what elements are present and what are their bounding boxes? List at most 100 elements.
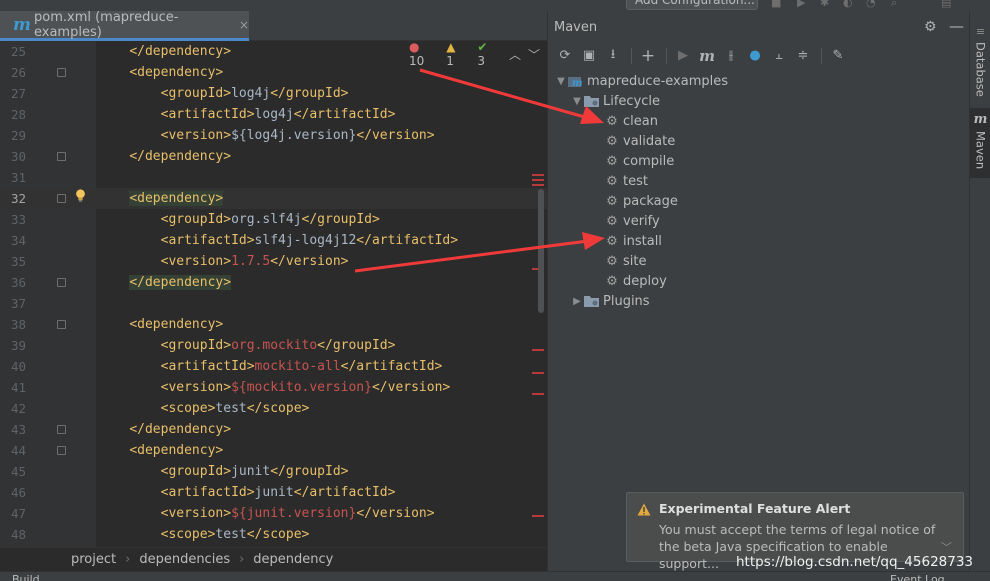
debug-icon[interactable]: ✱ bbox=[820, 0, 832, 9]
notification-balloon[interactable]: Experimental Feature Alert You must acce… bbox=[626, 492, 964, 571]
chevron-right-icon[interactable]: ▶ bbox=[570, 296, 584, 307]
code-editor[interactable]: 25 </dependency> 26 <dependency> 27 <group… bbox=[0, 41, 547, 547]
error-marker[interactable] bbox=[532, 515, 544, 517]
lifecycle-goal-clean[interactable]: ⚙ clean bbox=[604, 111, 658, 131]
run-icon[interactable]: ▶ bbox=[797, 0, 809, 9]
code-line[interactable]: 38 <dependency> bbox=[0, 314, 547, 335]
lifecycle-goal-verify[interactable]: ⚙ verify bbox=[604, 211, 660, 231]
xml-tag: </scope> bbox=[246, 401, 310, 416]
build-icon[interactable]: ▤ bbox=[941, 0, 953, 9]
line-number: 43 bbox=[10, 422, 26, 437]
lifecycle-goal-package[interactable]: ⚙ package bbox=[604, 191, 678, 211]
execute-maven-goal-icon[interactable]: m bbox=[696, 45, 718, 67]
code-line[interactable]: 47 <version>${junit.version}</version> bbox=[0, 503, 547, 524]
tree-node-lifecycle[interactable]: ▼ Lifecycle bbox=[570, 91, 660, 111]
lightbulb-icon[interactable] bbox=[75, 189, 86, 202]
code-line[interactable]: 43 </dependency> bbox=[0, 419, 547, 440]
wrench-icon[interactable]: ✎ bbox=[827, 45, 849, 67]
weak-warning-count[interactable]: ✔ 3 bbox=[477, 41, 502, 68]
add-maven-project-icon[interactable]: ▣ bbox=[578, 45, 600, 67]
stop-icon[interactable]: ■ bbox=[771, 0, 783, 9]
breadcrumb-item[interactable]: dependency bbox=[253, 552, 333, 567]
code-line[interactable]: 33 <groupId>org.slf4j</groupId> bbox=[0, 209, 547, 230]
chevron-down-icon[interactable]: ▼ bbox=[570, 96, 584, 107]
reload-icon[interactable]: ⟳ bbox=[554, 45, 576, 67]
code-line[interactable]: 29 <version>${log4j.version}</version> bbox=[0, 125, 547, 146]
lifecycle-goal-deploy[interactable]: ⚙ deploy bbox=[604, 271, 667, 291]
minimize-icon[interactable]: — bbox=[949, 17, 964, 35]
breadcrumb-item[interactable]: dependencies bbox=[139, 552, 230, 567]
download-sources-icon[interactable]: ⭳ bbox=[602, 45, 624, 67]
inspection-widget[interactable]: ● 10 ▲ 1 ✔ 3 ︿ ﹀ bbox=[409, 41, 547, 68]
profile-icon[interactable]: ◔ bbox=[866, 0, 878, 9]
fold-marker-icon[interactable] bbox=[57, 68, 66, 77]
lifecycle-goal-compile[interactable]: ⚙ compile bbox=[604, 151, 674, 171]
code-line[interactable]: 37 bbox=[0, 293, 547, 314]
code-value: junit bbox=[254, 485, 294, 500]
gear-icon: ⚙ bbox=[606, 133, 618, 149]
fold-marker-icon[interactable] bbox=[57, 446, 66, 455]
tab-maven[interactable]: m Maven bbox=[970, 108, 990, 178]
xml-tag: </dependency> bbox=[129, 44, 232, 59]
code-line[interactable]: 44 <dependency> bbox=[0, 440, 547, 461]
code-line[interactable]: 28 <artifactId>log4j</artifactId> bbox=[0, 104, 547, 125]
code-line[interactable]: 31 bbox=[0, 167, 547, 188]
code-line[interactable]: 27 <groupId>log4j</groupId> bbox=[0, 83, 547, 104]
editor-scrollbar-thumb[interactable] bbox=[538, 189, 544, 313]
fold-marker-icon[interactable] bbox=[57, 278, 66, 287]
code-line[interactable]: 48 <scope>test</scope> bbox=[0, 524, 547, 545]
build-tool-button[interactable]: Build bbox=[12, 573, 40, 581]
code-line[interactable]: 39 <groupId>org.mockito</groupId> bbox=[0, 335, 547, 356]
code-line[interactable]: 40 <artifactId>mockito-all</artifactId> bbox=[0, 356, 547, 377]
run-configuration-selector[interactable]: Add Configuration... bbox=[626, 0, 758, 10]
tab-database[interactable]: ≡ Database bbox=[970, 25, 990, 105]
lifecycle-goal-install[interactable]: ⚙ install bbox=[604, 231, 662, 251]
code-line[interactable]: 30 </dependency> bbox=[0, 146, 547, 167]
code-line[interactable]: 34 <artifactId>slf4j-log4j12</artifactId… bbox=[0, 230, 547, 251]
tree-node-project[interactable]: ▼ m mapreduce-examples bbox=[554, 71, 728, 91]
code-line[interactable]: 45 <groupId>junit</groupId> bbox=[0, 461, 547, 482]
goal-label: package bbox=[623, 193, 678, 209]
error-marker[interactable] bbox=[532, 179, 544, 181]
gear-icon[interactable]: ⚙ bbox=[924, 19, 937, 35]
previous-highlight-icon[interactable]: ︿ bbox=[509, 46, 521, 63]
code-line[interactable]: 36 </dependency> bbox=[0, 272, 547, 293]
code-line[interactable]: 41 <version>${mockito.version}</version> bbox=[0, 377, 547, 398]
error-marker[interactable] bbox=[532, 372, 544, 374]
lifecycle-goal-validate[interactable]: ⚙ validate bbox=[604, 131, 675, 151]
chevron-down-icon[interactable]: ﹀ bbox=[941, 539, 952, 555]
event-log-button[interactable]: Event Log bbox=[890, 573, 945, 581]
tab-pom-xml[interactable]: m pom.xml (mapreduce-examples) × bbox=[0, 10, 249, 41]
error-count[interactable]: ● 10 bbox=[409, 41, 439, 68]
fold-marker-icon[interactable] bbox=[57, 425, 66, 434]
close-icon[interactable]: × bbox=[239, 18, 249, 32]
error-marker[interactable] bbox=[532, 184, 544, 186]
xml-tag: <artifactId> bbox=[160, 359, 255, 374]
error-marker[interactable] bbox=[532, 174, 544, 176]
code-line[interactable]: 46 <artifactId>junit</artifactId> bbox=[0, 482, 547, 503]
fold-marker-icon[interactable] bbox=[57, 194, 66, 203]
lifecycle-goal-site[interactable]: ⚙ site bbox=[604, 251, 646, 271]
plus-icon[interactable]: + bbox=[637, 45, 659, 67]
tree-node-plugins[interactable]: ▶ Plugins bbox=[570, 291, 649, 311]
code-line[interactable]: 42 <scope>test</scope> bbox=[0, 398, 547, 419]
coverage-icon[interactable]: ◐ bbox=[843, 0, 855, 9]
search-icon[interactable]: ⌕ bbox=[891, 0, 903, 9]
chevron-down-icon[interactable]: ▼ bbox=[554, 76, 568, 87]
toolbar-separator bbox=[666, 47, 667, 64]
fold-marker-icon[interactable] bbox=[57, 152, 66, 161]
error-marker[interactable] bbox=[532, 393, 544, 395]
lifecycle-goal-test[interactable]: ⚙ test bbox=[604, 171, 648, 191]
collapse-all-icon[interactable]: ≑ bbox=[792, 45, 814, 67]
run-maven-build-icon[interactable]: ▶ bbox=[672, 45, 694, 67]
toggle-offline-mode-icon[interactable]: ⫲ bbox=[720, 45, 742, 67]
error-marker[interactable] bbox=[532, 349, 544, 351]
code-line[interactable]: 35 <version>1.7.5</version> bbox=[0, 251, 547, 272]
warning-count[interactable]: ▲ 1 bbox=[446, 41, 470, 68]
skip-tests-icon[interactable]: ● bbox=[744, 45, 766, 67]
show-dependencies-icon[interactable]: ⫠ bbox=[768, 45, 790, 67]
breadcrumb-item[interactable]: project bbox=[71, 552, 116, 567]
database-icon: ≡ bbox=[975, 25, 986, 38]
unresolved-token: ${mockito.version} bbox=[231, 380, 372, 395]
fold-marker-icon[interactable] bbox=[57, 320, 66, 329]
